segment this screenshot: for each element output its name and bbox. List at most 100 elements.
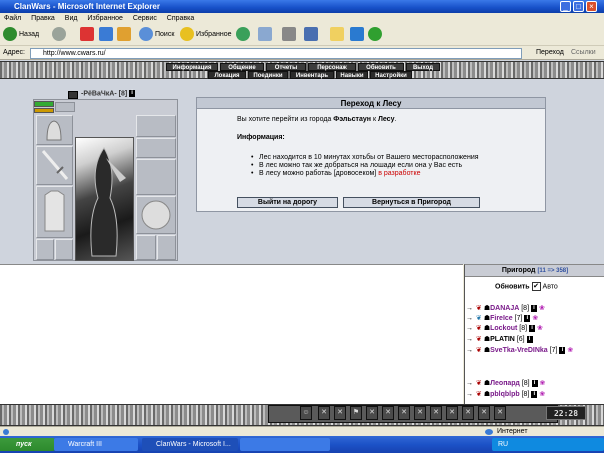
task-empty[interactable] <box>240 438 330 451</box>
nav-character[interactable]: Персонаж <box>308 63 356 71</box>
ring-slot-1[interactable] <box>36 239 54 260</box>
ring-slot-2[interactable] <box>55 239 73 260</box>
amulet-slot[interactable] <box>136 115 176 137</box>
sound-icon[interactable]: ✕ <box>446 406 458 420</box>
whisper-arrow-icon[interactable]: → <box>466 314 476 323</box>
player-info-icon[interactable]: i <box>531 379 538 387</box>
whisper-arrow-icon[interactable]: → <box>466 335 476 344</box>
stop-button[interactable] <box>80 27 96 43</box>
scroll-icon[interactable]: ✕ <box>430 406 442 420</box>
whisper-arrow-icon[interactable]: → <box>466 346 476 355</box>
messenger-button[interactable] <box>350 27 366 43</box>
player-info-icon[interactable]: i <box>524 314 531 322</box>
nav-reports[interactable]: Отчеты <box>266 63 306 71</box>
nav-refresh[interactable]: Обновить <box>358 63 404 71</box>
filter-icon[interactable]: ✕ <box>334 406 346 420</box>
edit-button[interactable] <box>304 27 320 43</box>
maximize-button[interactable]: □ <box>573 1 584 12</box>
minimize-button[interactable]: _ <box>560 1 571 12</box>
player-name[interactable]: DANAJA <box>490 305 519 312</box>
character-info-icon[interactable]: i <box>129 90 136 97</box>
menu-favorites[interactable]: Избранное <box>87 15 122 22</box>
player-name[interactable]: Леопард <box>490 380 520 387</box>
nav-inventory[interactable]: Инвентарь <box>290 71 334 79</box>
menu-edit[interactable]: Правка <box>31 15 55 22</box>
menu-tools[interactable]: Сервис <box>133 15 157 22</box>
settings-icon[interactable]: ✕ <box>462 406 474 420</box>
print-button[interactable] <box>282 27 298 43</box>
clear-chat-icon[interactable]: ✕ <box>318 406 330 420</box>
shield-slot[interactable] <box>136 196 176 234</box>
character-portrait[interactable] <box>75 137 134 261</box>
player-name[interactable]: pblqblpb <box>490 391 520 398</box>
player-name[interactable]: FireIce <box>490 315 513 322</box>
nav-duels[interactable]: Поединки <box>248 71 288 79</box>
menu-help[interactable]: Справка <box>167 15 194 22</box>
search-button[interactable]: Поиск <box>139 27 174 43</box>
roster-refresh-link[interactable]: Обновить <box>495 283 530 290</box>
forward-button[interactable] <box>52 27 68 43</box>
chat-area[interactable] <box>0 264 463 404</box>
color-icon[interactable]: ✕ <box>398 406 410 420</box>
slot-small[interactable] <box>55 102 75 112</box>
whisper-arrow-icon[interactable]: → <box>466 324 476 333</box>
gloves-slot[interactable] <box>136 159 176 195</box>
clover-button[interactable] <box>368 27 384 43</box>
nav-info[interactable]: Информация <box>166 63 218 71</box>
folder-button[interactable] <box>330 27 346 43</box>
go-button[interactable]: Переход <box>536 49 564 56</box>
menu-view[interactable]: Вид <box>65 15 78 22</box>
favorites-button[interactable]: Избранное <box>180 27 231 43</box>
in-development-link[interactable]: в разработке <box>378 170 420 177</box>
whisper-arrow-icon[interactable]: → <box>466 379 476 388</box>
whisper-arrow-icon[interactable]: → <box>466 304 476 313</box>
player-info-icon[interactable]: i <box>559 346 566 354</box>
refresh-button[interactable] <box>99 27 115 43</box>
nav-chat[interactable]: Общение <box>220 63 264 71</box>
help-icon[interactable]: ✕ <box>478 406 490 420</box>
player-info-icon[interactable]: i <box>529 324 536 332</box>
language-indicator[interactable]: RU <box>498 441 508 448</box>
character-name[interactable]: -РёВаЧкА- <box>81 90 117 97</box>
menu-file[interactable]: Файл <box>4 15 21 22</box>
back-button[interactable]: Назад <box>3 27 39 43</box>
helmet-slot[interactable] <box>36 115 73 145</box>
send-icon[interactable]: ✕ <box>494 406 506 420</box>
trade-icon[interactable]: ✕ <box>382 406 394 420</box>
nav-location[interactable]: Локация <box>208 71 246 79</box>
smiley-button[interactable]: ☺ <box>300 406 312 420</box>
nav-settings[interactable]: Настройки <box>370 71 412 79</box>
go-to-road-button[interactable]: Выйти на дорогу <box>237 197 338 208</box>
auto-checkbox[interactable]: ✔ <box>531 282 541 291</box>
return-to-suburb-button[interactable]: Вернуться в Пригород <box>343 197 480 208</box>
mail-button[interactable] <box>258 27 274 43</box>
player-info-icon[interactable]: i <box>526 335 533 343</box>
font-icon[interactable]: ✕ <box>414 406 426 420</box>
auto-label: Авто <box>542 283 558 291</box>
player-info-icon[interactable]: i <box>531 390 538 398</box>
messenger-icon <box>350 27 364 42</box>
player-name[interactable]: PLATIN <box>490 336 515 343</box>
bracer-slot[interactable] <box>136 138 176 158</box>
task-clanwars[interactable]: ClanWars - Microsoft I... <box>142 438 238 451</box>
weapon-slot[interactable] <box>36 146 73 185</box>
player-name[interactable]: SveTka-VreDINka <box>490 347 548 354</box>
player-info-icon[interactable]: i <box>530 304 537 312</box>
start-button[interactable]: пуск <box>0 438 58 451</box>
links-button[interactable]: Ссылки <box>571 49 596 56</box>
belt-slot[interactable] <box>157 235 176 260</box>
armor-slot[interactable] <box>36 186 73 238</box>
info-bullet-3: В лесу можно работаь [дровосеком] в разр… <box>251 170 501 178</box>
private-icon[interactable]: ⚑ <box>350 406 362 420</box>
nav-exit[interactable]: Выход <box>406 63 440 71</box>
home-button[interactable] <box>117 27 133 43</box>
task-warcraft[interactable]: Warcraft III <box>54 438 138 451</box>
address-input[interactable]: http://www.cwars.ru/ <box>30 48 522 59</box>
close-button[interactable]: × <box>586 1 597 12</box>
player-name[interactable]: Lockout <box>490 325 517 332</box>
nav-skills[interactable]: Навыки <box>336 71 368 79</box>
history-button[interactable] <box>236 27 252 43</box>
whisper-arrow-icon[interactable]: → <box>466 390 476 399</box>
boots-slot[interactable] <box>136 235 156 260</box>
sys-icon[interactable]: ✕ <box>366 406 378 420</box>
